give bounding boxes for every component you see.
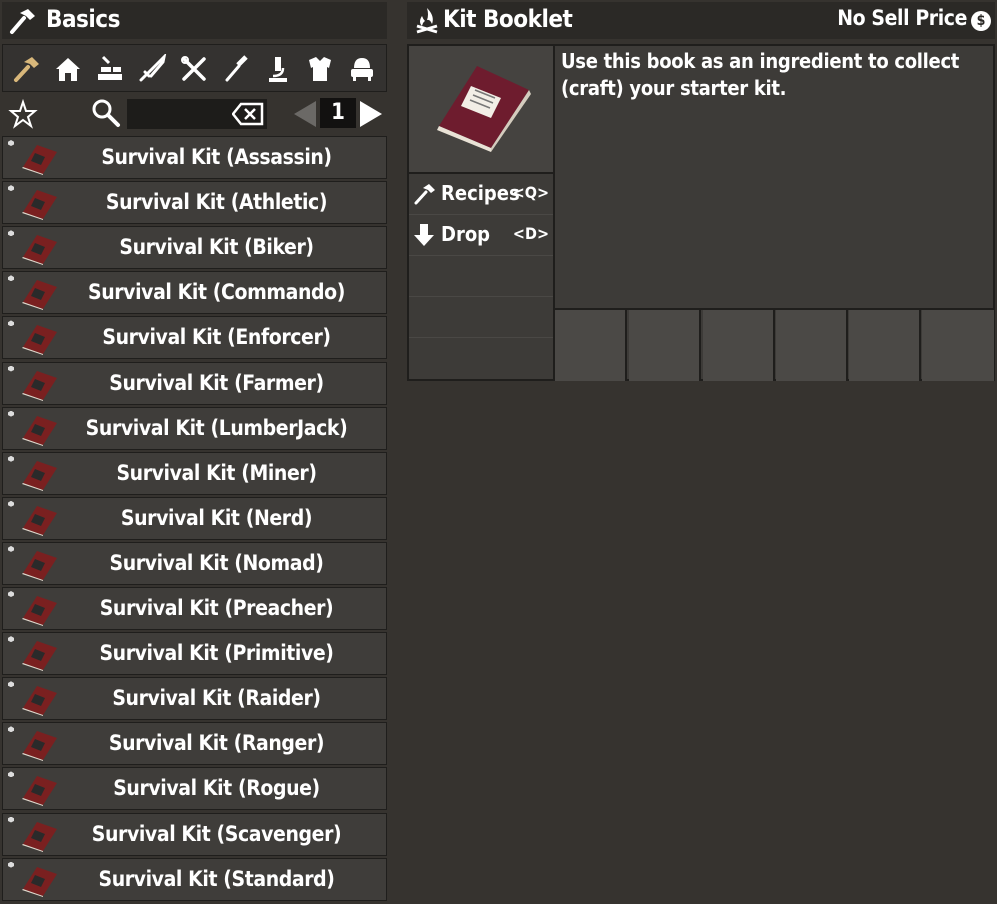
unlocked-marker-icon [8,320,14,327]
category-food-icon[interactable] [218,51,254,87]
recipe-row[interactable]: Survival Kit (LumberJack) [2,406,387,450]
unlocked-marker-icon [8,185,14,192]
drop-hotkey: <D> [512,224,549,243]
recipe-row[interactable]: Survival Kit (Athletic) [2,181,387,225]
crafting-header: Basics [2,2,387,39]
recipe-name: Survival Kit (Miner) [116,460,317,485]
unlocked-marker-icon [8,861,14,868]
category-workstation-icon[interactable] [92,51,128,87]
search-icon [90,97,122,133]
item-title: Kit Booklet [443,5,573,33]
unlocked-marker-icon [8,500,14,507]
category-bar [2,44,387,92]
recipe-name: Survival Kit (Preacher) [99,596,334,620]
drop-button[interactable]: Drop <D> [409,215,553,256]
ingredient-slot[interactable] [922,310,994,381]
hammer-icon [8,7,38,39]
category-basics-icon[interactable] [8,51,44,87]
crafting-title: Basics [46,5,120,33]
recipe-row[interactable]: Survival Kit (Standard) [2,857,387,901]
ingredient-slot[interactable] [776,310,848,381]
action-list: Recipes <Q> Drop <D> [409,174,555,381]
recipe-row[interactable]: Survival Kit (Scavenger) [2,812,387,856]
empty-action-slot [409,338,553,379]
ingredient-slot[interactable] [703,310,775,381]
unlocked-marker-icon [8,410,14,417]
recipe-name: Survival Kit (Nomad) [109,550,324,575]
recipe-row[interactable]: Survival Kit (Raider) [2,677,387,721]
recipe-name: Survival Kit (Scavenger) [91,821,342,846]
recipe-name: Survival Kit (Standard) [98,866,335,891]
unlocked-marker-icon [8,771,14,778]
clear-search-icon[interactable] [231,102,264,130]
recipe-name: Survival Kit (Enforcer) [102,325,331,350]
recipe-row[interactable]: Survival Kit (Miner) [2,451,387,495]
recipe-row[interactable]: Survival Kit (Commando) [2,271,387,315]
recipe-name: Survival Kit (Commando) [88,280,345,305]
recipes-label: Recipes [441,181,520,205]
recipe-name: Survival Kit (Athletic) [105,190,328,215]
recipe-name: Survival Kit (Rogue) [113,776,320,801]
page-number: 1 [320,98,356,128]
recipe-name: Survival Kit (Ranger) [108,731,325,756]
recipe-row[interactable]: Survival Kit (Farmer) [2,361,387,405]
category-furniture-icon[interactable] [344,51,380,87]
next-page-icon[interactable] [358,100,384,132]
category-building-icon[interactable] [50,51,86,87]
recipe-row[interactable]: Survival Kit (Biker) [2,226,387,270]
recipe-row[interactable]: Survival Kit (Primitive) [2,632,387,676]
recipes-button[interactable]: Recipes <Q> [409,174,553,215]
drop-label: Drop [441,222,491,246]
unlocked-marker-icon [8,681,14,688]
recipe-name: Survival Kit (Raider) [112,686,321,711]
category-science-icon[interactable] [260,51,296,87]
category-tools-icon[interactable] [176,51,212,87]
ingredient-slot[interactable] [555,310,627,381]
favorite-star-icon[interactable] [8,98,38,133]
coin-icon: $ [971,11,991,31]
recipe-row[interactable]: Survival Kit (Preacher) [2,587,387,630]
recipe-name: Survival Kit (Biker) [119,235,314,260]
item-description: Use this book as an ingredient to collec… [561,49,960,100]
unlocked-marker-icon [8,816,14,823]
recipes-hotkey: <Q> [512,183,549,202]
recipe-name: Survival Kit (Nerd) [120,505,313,530]
item-preview [409,46,555,174]
recipe-name: Survival Kit (LumberJack) [85,415,348,440]
category-weapons-icon[interactable] [134,51,170,87]
empty-action-slot [409,297,553,338]
kit-booklet-icon [431,60,535,156]
recipe-row[interactable]: Survival Kit (Assassin) [2,136,387,179]
recipe-row[interactable]: Survival Kit (Nerd) [2,496,387,540]
item-info-header: Kit Booklet No Sell Price $ [407,2,995,39]
recipe-name: Survival Kit (Primitive) [99,641,334,666]
recipe-row[interactable]: Survival Kit (Nomad) [2,541,387,585]
category-armor-icon[interactable] [302,51,338,87]
unlocked-marker-icon [8,365,14,372]
sell-price-label: No Sell Price [837,6,967,30]
hammer-icon [413,182,437,211]
unlocked-marker-icon [8,455,14,462]
unlocked-marker-icon [8,636,14,643]
recipe-row[interactable]: Survival Kit (Ranger) [2,722,387,766]
unlocked-marker-icon [8,140,14,146]
item-info-panel: Use this book as an ingredient to collec… [407,44,995,381]
search-bar: 1 [2,94,387,134]
ingredient-slot[interactable] [849,310,921,381]
unlocked-marker-icon [8,230,14,237]
unlocked-marker-icon [8,726,14,733]
recipe-name: Survival Kit (Assassin) [101,145,332,169]
arrow-down-icon [413,223,435,252]
unlocked-marker-icon [8,591,14,597]
ingredient-slots [555,308,995,381]
recipe-row[interactable]: Survival Kit (Enforcer) [2,316,387,360]
campfire-icon [414,6,440,38]
empty-action-slot [409,256,553,297]
unlocked-marker-icon [8,275,14,282]
ingredient-slot[interactable] [629,310,701,381]
recipe-row[interactable]: Survival Kit (Rogue) [2,767,387,811]
recipe-name: Survival Kit (Farmer) [109,370,324,395]
prev-page-icon[interactable] [292,100,318,132]
unlocked-marker-icon [8,545,14,552]
